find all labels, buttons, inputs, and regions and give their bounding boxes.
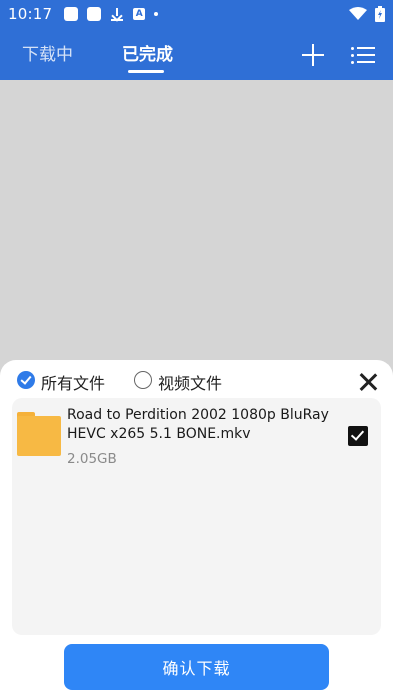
file-select-sheet: 所有文件 视频文件 Road to Perdition 2002 1080p B… [0,360,393,700]
app-notification-icon [64,7,79,21]
system-icons [349,6,385,22]
app-header: 下载中 已完成 [0,28,393,80]
app-notification-icon [87,7,102,21]
dot-icon [154,12,159,16]
folder-icon [17,412,61,456]
list-item[interactable]: Road to Perdition 2002 1080p BluRay HEVC… [12,398,381,478]
file-list: Road to Perdition 2002 1080p BluRay HEVC… [12,398,381,635]
a-icon: A [133,8,146,20]
notification-icons: A [64,7,159,21]
filter-all-radio[interactable] [17,371,35,389]
file-checkbox[interactable] [348,426,368,446]
file-size: 2.05GB [67,451,117,467]
filter-all-label[interactable]: 所有文件 [41,370,105,394]
filter-row: 所有文件 视频文件 [0,368,393,396]
status-time: 10:17 [8,5,53,23]
filter-video-radio[interactable] [134,371,152,389]
wifi-icon [349,7,367,20]
add-icon[interactable] [300,42,326,68]
list-menu-icon[interactable] [349,43,375,67]
filter-video-label[interactable]: 视频文件 [158,370,222,394]
screen: 10:17 A 下载中 已完成 所有文件 视频文件 Road to Perdit… [0,0,393,700]
status-bar: 10:17 A [0,0,393,28]
battery-icon [375,6,385,22]
active-tab-indicator [128,70,164,73]
file-name: Road to Perdition 2002 1080p BluRay HEVC… [67,407,329,442]
download-icon [110,7,124,21]
close-icon[interactable] [358,372,378,392]
tab-completed[interactable]: 已完成 [122,40,173,65]
tab-downloading[interactable]: 下载中 [22,40,73,65]
confirm-download-button[interactable]: 确认下载 [64,644,329,690]
